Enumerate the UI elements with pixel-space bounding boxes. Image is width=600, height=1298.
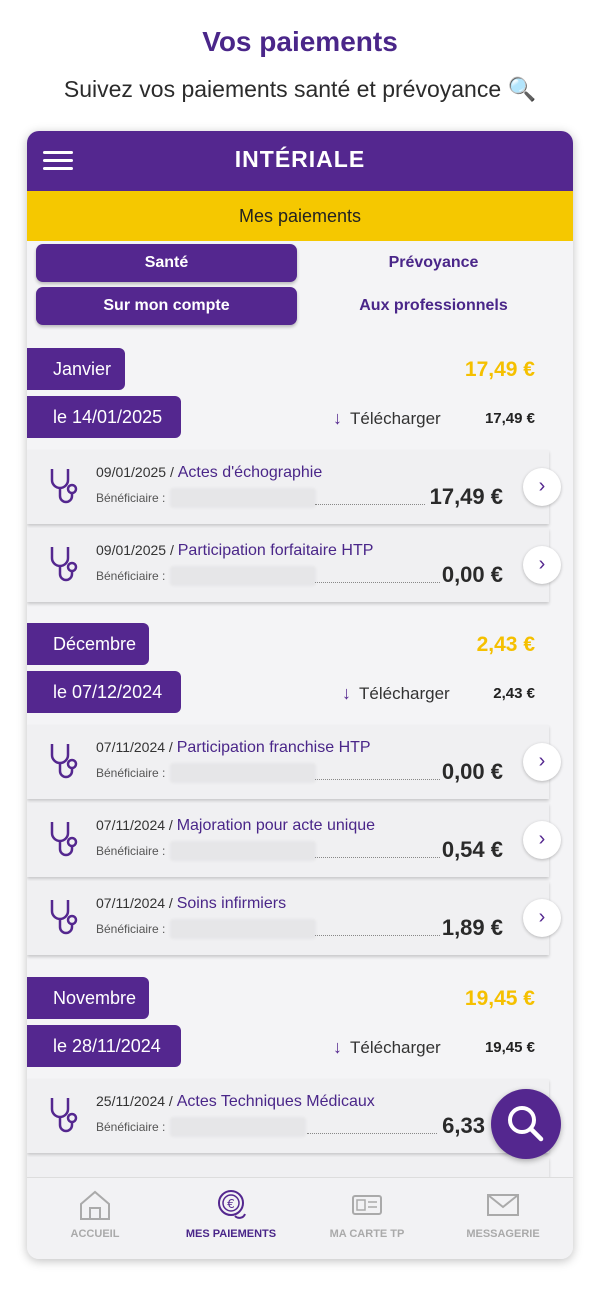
payment-title: 09/01/2025 / Actes d'échographie (96, 464, 323, 481)
beneficiary-label: Bénéficiaire : (96, 1120, 166, 1134)
beneficiary-name-redacted (170, 841, 316, 861)
payment-amount: 0,00 € (441, 759, 503, 784)
chevron-right-icon[interactable]: › (523, 899, 561, 937)
beneficiary-label: Bénéficiaire : (96, 569, 166, 583)
payment-title: 09/01/2025 / Participation forfaitaire H… (96, 542, 374, 559)
stethoscope-icon (50, 900, 78, 935)
payment-card[interactable]: 07/11/2024 / Soins infirmiers Bénéficiai… (27, 881, 561, 955)
month-total: 17,49 € (464, 358, 535, 381)
dotted-leader (315, 582, 440, 583)
tab-sur-mon-compte[interactable]: Sur mon compte (36, 287, 297, 325)
download-arrow-icon: ↓ (333, 1037, 342, 1057)
app-header: INTÉRIALE (27, 131, 573, 191)
tab-aux-professionnels[interactable]: Aux professionnels (303, 287, 564, 325)
month-label: Novembre (27, 977, 149, 1019)
phone-screen: INTÉRIALE Mes paiements Santé Prévoyance… (27, 131, 573, 1259)
envelope-icon (487, 1194, 519, 1216)
payment-date-label: le 14/01/2025 (27, 396, 181, 438)
month-total: 19,45 € (464, 987, 535, 1010)
payment-title: 07/11/2024 / Participation franchise HTP (96, 739, 371, 756)
home-icon (80, 1190, 110, 1220)
nav-accueil[interactable]: ACCUEIL (27, 1188, 163, 1240)
payment-card[interactable]: 07/11/2024 / Majoration pour acte unique… (27, 803, 561, 877)
date-amount: 17,49 € (484, 410, 535, 427)
chevron-right-icon[interactable]: › (523, 546, 561, 584)
beneficiary-label: Bénéficiaire : (96, 922, 166, 936)
beneficiary-name-redacted (170, 919, 316, 939)
download-button[interactable]: ↓ Télécharger (333, 408, 441, 429)
download-button[interactable]: ↓ Télécharger (342, 683, 450, 704)
tab-sante[interactable]: Santé (36, 244, 297, 282)
payment-card[interactable]: 25/11/2024 / Actes Techniques Médicaux B… (27, 1079, 549, 1153)
promo-title: Vos paiements (202, 26, 398, 57)
month-label: Janvier (27, 348, 125, 390)
chevron-right-icon[interactable]: › (523, 468, 561, 506)
beneficiary-name-redacted (170, 1117, 306, 1137)
download-button[interactable]: ↓ Télécharger (333, 1037, 441, 1058)
payment-date-label: le 28/11/2024 (27, 1025, 181, 1067)
chevron-right-icon[interactable]: › (523, 743, 561, 781)
beneficiary-name-redacted (170, 763, 316, 783)
beneficiary-label: Bénéficiaire : (96, 766, 166, 780)
stethoscope-icon (50, 744, 78, 779)
bottom-navigation: ACCUEIL € MES PAIEMENTS MA CARTE TP MESS… (27, 1177, 573, 1259)
dotted-leader (307, 1133, 437, 1134)
payment-amount: 1,89 € (441, 915, 503, 940)
dotted-leader (315, 504, 425, 505)
stethoscope-icon (50, 469, 78, 504)
tab-prevoyance[interactable]: Prévoyance (303, 244, 564, 282)
payment-card[interactable]: 07/11/2024 / Participation franchise HTP… (27, 725, 561, 799)
date-amount: 2,43 € (493, 685, 535, 702)
payment-amount: 17,49 € (429, 484, 503, 509)
payment-title: 25/11/2024 / Actes Techniques Médicaux (96, 1093, 375, 1110)
date-amount: 19,45 € (484, 1039, 535, 1056)
chevron-right-icon[interactable]: › (523, 821, 561, 859)
payment-card[interactable]: 09/01/2025 / Participation forfaitaire H… (27, 528, 561, 602)
beneficiary-name-redacted (170, 566, 316, 586)
beneficiary-name-redacted (170, 488, 316, 508)
nav-mes-paiements[interactable]: € MES PAIEMENTS (163, 1188, 299, 1240)
beneficiary-label: Bénéficiaire : (96, 491, 166, 505)
stethoscope-icon (50, 1098, 78, 1133)
svg-text:€: € (227, 1197, 235, 1211)
dotted-leader (315, 857, 440, 858)
dotted-leader (315, 779, 440, 780)
page-banner: Mes paiements (27, 191, 573, 241)
search-fab[interactable] (491, 1089, 561, 1159)
payment-title: 07/11/2024 / Soins infirmiers (96, 895, 287, 912)
month-total: 2,43 € (476, 633, 535, 656)
promo-subtitle: Suivez vos paiements santé et prévoyance… (63, 76, 537, 102)
search-icon (508, 1106, 544, 1142)
brand-logo: INTÉRIALE (234, 146, 366, 172)
month-label: Décembre (27, 623, 149, 665)
stethoscope-icon (50, 822, 78, 857)
download-arrow-icon: ↓ (333, 408, 342, 428)
payment-title: 07/11/2024 / Majoration pour acte unique (96, 817, 376, 834)
download-arrow-icon: ↓ (342, 683, 351, 703)
payment-card[interactable]: 09/01/2025 / Actes d'échographie Bénéfic… (27, 450, 561, 524)
payment-amount: 6,33 (442, 1113, 485, 1138)
dotted-leader (315, 935, 440, 936)
payment-amount: 0,54 € (441, 837, 503, 862)
payment-date-label: le 07/12/2024 (27, 671, 181, 713)
nav-messagerie[interactable]: MESSAGERIE (435, 1188, 571, 1240)
payment-amount: 0,00 € (441, 562, 503, 587)
card-icon (352, 1195, 382, 1215)
euro-coin-icon: € (218, 1190, 246, 1219)
nav-ma-carte-tp[interactable]: MA CARTE TP (299, 1188, 435, 1240)
beneficiary-label: Bénéficiaire : (96, 844, 166, 858)
stethoscope-icon (50, 547, 78, 582)
